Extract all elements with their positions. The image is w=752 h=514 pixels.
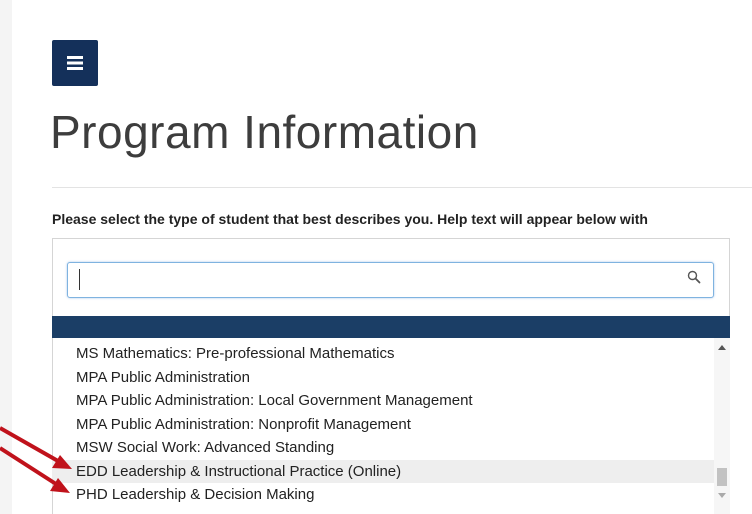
list-item[interactable]: EDD Leadership & Instructional Practice … [52, 459, 714, 483]
list-scrollbar[interactable] [714, 338, 730, 514]
text-caret [79, 269, 80, 290]
scroll-up-button[interactable] [714, 340, 730, 354]
scroll-down-button[interactable] [714, 488, 730, 502]
list-item[interactable]: MPA Public Administration [52, 366, 714, 390]
menu-button[interactable] [52, 40, 98, 86]
list-item[interactable]: MPA Public Administration: Nonprofit Man… [52, 413, 714, 437]
highlighted-option-bar[interactable] [52, 316, 730, 338]
list-item[interactable]: PHD Leadership & Decision Making [52, 483, 714, 507]
list-item[interactable]: MS Mathematics: Pre-professional Mathema… [52, 342, 714, 366]
search-box[interactable] [67, 262, 714, 298]
search-icon [687, 270, 701, 284]
arrow-icon [0, 426, 72, 469]
list-item[interactable]: MSW Social Work: Advanced Standing [52, 436, 714, 460]
hamburger-menu-icon [67, 56, 83, 70]
page-title: Program Information [50, 106, 479, 158]
student-type-prompt: Please select the type of student that b… [52, 211, 648, 227]
caret-down-icon [718, 492, 726, 498]
list-item[interactable]: MPA Public Administration: Local Governm… [52, 389, 714, 413]
caret-up-icon [718, 344, 726, 350]
program-options-list: MS Mathematics: Pre-professional Mathema… [52, 338, 714, 514]
search-input[interactable] [76, 269, 670, 293]
scroll-thumb[interactable] [717, 468, 727, 486]
arrow-icon [0, 446, 70, 493]
divider [52, 187, 752, 188]
annotation-arrows [0, 426, 72, 493]
